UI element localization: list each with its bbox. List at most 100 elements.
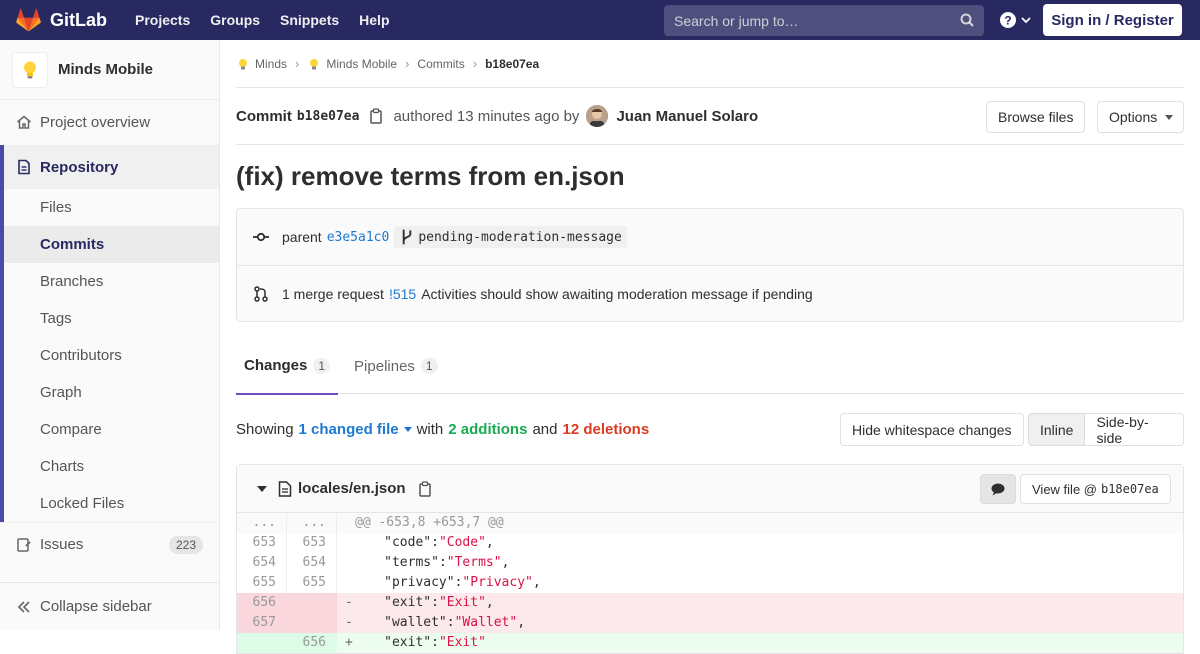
browse-files-button[interactable]: Browse files bbox=[986, 101, 1086, 133]
collapse-sidebar-button[interactable]: Collapse sidebar bbox=[0, 582, 219, 630]
breadcrumb-separator: › bbox=[405, 56, 410, 71]
chevron-down-icon bbox=[1021, 17, 1031, 24]
nav-projects[interactable]: Projects bbox=[135, 12, 190, 28]
caret-down-icon bbox=[1165, 114, 1174, 120]
new-line-number[interactable]: ... bbox=[287, 513, 337, 533]
tab-changes[interactable]: Changes 1 bbox=[236, 338, 339, 395]
old-line-number[interactable]: 657 bbox=[237, 613, 287, 633]
tab-count-badge: 1 bbox=[313, 357, 331, 374]
code-content: "terms":"Terms", bbox=[337, 553, 1183, 573]
diff-line: ...... @@ -653,8 +653,7 @@ bbox=[237, 513, 1183, 533]
old-line-number[interactable]: 654 bbox=[237, 553, 287, 573]
question-icon: ? bbox=[1000, 12, 1016, 28]
view-file-button[interactable]: View file @ b18e07ea bbox=[1020, 474, 1171, 504]
brand-name: GitLab bbox=[50, 9, 107, 30]
clipboard-icon[interactable] bbox=[369, 108, 383, 124]
sidebar-item-files[interactable]: Files bbox=[4, 189, 219, 226]
branch-icon bbox=[403, 229, 412, 245]
breadcrumb-minds[interactable]: Minds bbox=[236, 57, 287, 71]
file-icon bbox=[278, 480, 292, 497]
branch-tag[interactable]: pending-moderation-message bbox=[394, 226, 627, 248]
sidebar-item-overview[interactable]: Project overview bbox=[0, 100, 219, 144]
diff-file: locales/en.json View file @ b18e07ea ...… bbox=[236, 464, 1184, 654]
old-line-number[interactable] bbox=[237, 633, 287, 653]
nav-snippets[interactable]: Snippets bbox=[280, 12, 339, 28]
new-line-number[interactable] bbox=[287, 593, 337, 613]
sign-in-button[interactable]: Sign in / Register bbox=[1043, 4, 1182, 36]
nav-groups[interactable]: Groups bbox=[210, 12, 260, 28]
author-avatar[interactable] bbox=[586, 105, 609, 127]
json-value: "Exit" bbox=[438, 595, 486, 610]
new-line-number[interactable]: 655 bbox=[287, 573, 337, 593]
sidebar-item-label: Issues bbox=[40, 536, 84, 553]
inline-view-button[interactable]: Inline bbox=[1028, 413, 1086, 446]
project-name: Minds Mobile bbox=[58, 61, 153, 78]
breadcrumb-separator: › bbox=[472, 56, 478, 71]
tab-pipelines[interactable]: Pipelines 1 bbox=[346, 338, 446, 394]
new-line-number[interactable]: 654 bbox=[287, 553, 337, 573]
collapse-sidebar-label: Collapse sidebar bbox=[40, 598, 152, 615]
merge-request-link[interactable]: !515 bbox=[389, 286, 416, 302]
showing-text: Showing bbox=[236, 420, 294, 438]
and-text: and bbox=[532, 420, 558, 438]
clipboard-icon[interactable] bbox=[418, 480, 432, 497]
tab-label: Pipelines bbox=[354, 357, 415, 375]
side-by-side-button[interactable]: Side-by-side bbox=[1085, 413, 1184, 446]
chevron-down-icon[interactable] bbox=[257, 485, 267, 492]
sidebar-item-branches[interactable]: Branches bbox=[4, 263, 219, 300]
sidebar-item-commits[interactable]: Commits bbox=[4, 226, 219, 263]
old-line-number[interactable]: 656 bbox=[237, 593, 287, 613]
new-line-number[interactable]: 653 bbox=[287, 533, 337, 553]
search-input[interactable] bbox=[674, 12, 944, 29]
breadcrumb-commits[interactable]: Commits bbox=[417, 57, 464, 71]
old-line-number[interactable]: 655 bbox=[237, 573, 287, 593]
code-content: - "wallet":"Wallet", bbox=[345, 615, 526, 630]
sidebar-item-tags[interactable]: Tags bbox=[4, 300, 219, 337]
old-line-number[interactable]: ... bbox=[237, 513, 287, 533]
json-key: "code" bbox=[384, 535, 432, 550]
sidebar-item-compare[interactable]: Compare bbox=[4, 411, 219, 448]
issues-icon bbox=[17, 537, 31, 552]
sidebar-item-locked-files[interactable]: Locked Files bbox=[4, 485, 219, 522]
breadcrumb-minds-mobile[interactable]: Minds Mobile bbox=[307, 57, 397, 71]
lightbulb-icon bbox=[24, 61, 36, 78]
commit-tabs: Changes 1 Pipelines 1 bbox=[236, 338, 1184, 395]
old-line-number[interactable]: 653 bbox=[237, 533, 287, 553]
diff-line: 653 653 "code":"Code", bbox=[237, 533, 1183, 553]
sidebar-item-charts[interactable]: Charts bbox=[4, 448, 219, 485]
project-header[interactable]: Minds Mobile bbox=[0, 40, 219, 100]
sidebar-item-contributors[interactable]: Contributors bbox=[4, 337, 219, 374]
nav-help[interactable]: Help bbox=[359, 12, 389, 28]
breadcrumb-label: Minds bbox=[255, 56, 288, 71]
file-path[interactable]: locales/en.json bbox=[298, 480, 406, 497]
changed-files-dropdown[interactable]: 1 changed file bbox=[299, 421, 412, 438]
merge-request-row: 1 merge request !515 Activities should s… bbox=[237, 265, 1183, 321]
person-icon bbox=[586, 105, 609, 127]
breadcrumb-current[interactable]: b18e07ea bbox=[485, 57, 539, 71]
tab-label: Changes bbox=[244, 357, 308, 374]
svg-text:?: ? bbox=[1004, 14, 1011, 28]
hide-whitespace-button[interactable]: Hide whitespace changes bbox=[840, 413, 1024, 446]
breadcrumb-separator: › bbox=[295, 56, 300, 71]
search-icon[interactable] bbox=[960, 13, 974, 27]
sidebar-item-repository[interactable]: Repository bbox=[4, 145, 219, 189]
tab-count-badge: 1 bbox=[420, 358, 438, 374]
parent-sha-link[interactable]: e3e5a1c0 bbox=[327, 230, 390, 245]
author-name[interactable]: Juan Manuel Solaro bbox=[616, 108, 758, 125]
options-dropdown[interactable]: Options bbox=[1097, 101, 1184, 133]
comment-toggle-button[interactable] bbox=[980, 474, 1016, 504]
view-file-sha: b18e07ea bbox=[1100, 482, 1159, 496]
diff-sign bbox=[345, 555, 353, 570]
changed-files-label: 1 changed file bbox=[298, 420, 399, 438]
new-line-number[interactable]: 656 bbox=[287, 633, 337, 653]
sidebar-item-issues[interactable]: Issues 223 bbox=[0, 522, 219, 566]
new-line-number[interactable] bbox=[287, 613, 337, 633]
file-header: locales/en.json View file @ b18e07ea bbox=[237, 465, 1183, 513]
json-value: "Exit" bbox=[438, 635, 486, 650]
help-dropdown[interactable]: ? bbox=[1000, 12, 1032, 28]
gitlab-tanuki-icon bbox=[16, 8, 41, 32]
sidebar-item-graph[interactable]: Graph bbox=[4, 374, 219, 411]
deletions-count: 12 deletions bbox=[562, 420, 650, 438]
sidebar-repository-group: Repository Files Commits Branches Tags C… bbox=[0, 145, 219, 522]
gitlab-logo[interactable]: GitLab bbox=[16, 8, 107, 32]
